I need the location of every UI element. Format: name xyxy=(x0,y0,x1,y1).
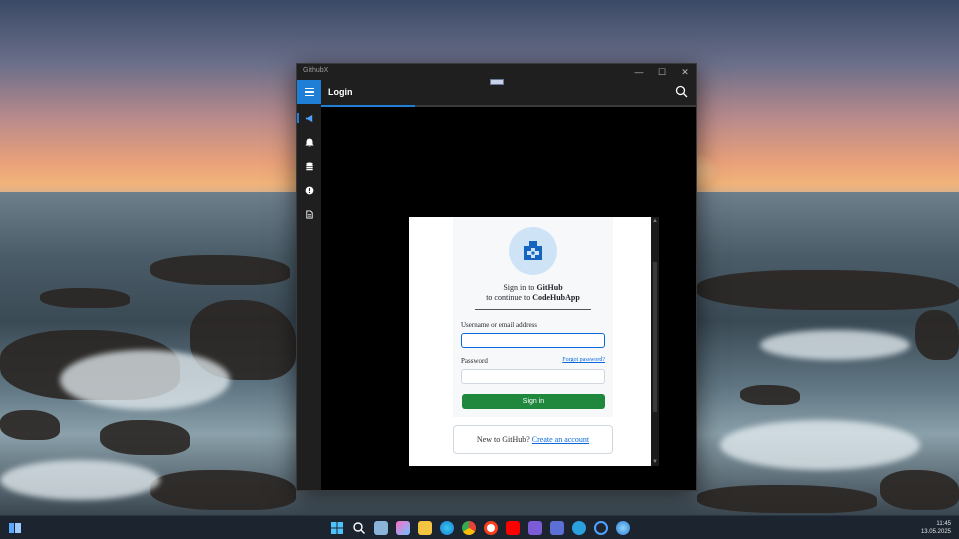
yandex-browser-icon[interactable] xyxy=(484,521,498,535)
rock xyxy=(697,485,877,513)
copilot-icon[interactable] xyxy=(396,521,410,535)
rock xyxy=(100,420,190,455)
drag-handle[interactable] xyxy=(490,79,504,85)
search-taskbar-icon[interactable] xyxy=(352,521,366,535)
visual-studio-icon[interactable] xyxy=(528,521,542,535)
widgets-icon[interactable] xyxy=(8,521,22,535)
create-account-card: New to GitHub? Create an account xyxy=(453,425,613,454)
rock xyxy=(0,410,60,440)
wave-foam xyxy=(60,350,230,410)
document-icon xyxy=(305,209,313,219)
window-title: GithubX xyxy=(303,67,329,74)
file-explorer-icon[interactable] xyxy=(418,521,432,535)
forgot-password-link[interactable]: Forgot password? xyxy=(562,357,605,363)
title-bar[interactable]: GithubX — ☐ ✕ xyxy=(297,64,696,80)
github-app-icon[interactable] xyxy=(594,521,608,535)
new-to-github-text: New to GitHub? xyxy=(476,435,532,444)
maximize-button[interactable]: ☐ xyxy=(655,65,669,79)
rock xyxy=(150,255,290,285)
youtube-icon[interactable] xyxy=(506,521,520,535)
sidebar xyxy=(297,104,321,490)
create-account-link[interactable]: Create an account xyxy=(532,435,589,444)
scrollbar-thumb[interactable] xyxy=(653,262,657,412)
username-label: Username or email address xyxy=(461,321,537,329)
sign-in-button[interactable]: Sign in xyxy=(462,394,605,409)
password-input[interactable] xyxy=(461,369,605,384)
taskbar: 11:45 13.05.2025 xyxy=(0,515,959,539)
sidebar-item-notifications[interactable] xyxy=(297,132,321,152)
task-view-icon[interactable] xyxy=(374,521,388,535)
app-logo xyxy=(509,227,557,275)
wave-foam xyxy=(720,420,920,470)
content-area: Sign in to GitHub to continue to CodeHub… xyxy=(321,107,696,490)
username-input[interactable] xyxy=(461,333,605,348)
rock xyxy=(740,385,800,405)
codehub-logo-icon xyxy=(524,241,542,260)
sidebar-item-issues[interactable] xyxy=(297,180,321,200)
minimize-button[interactable]: — xyxy=(632,65,646,79)
sidebar-item-repositories[interactable] xyxy=(297,156,321,176)
clock-date: 13.05.2025 xyxy=(920,529,951,535)
megaphone-icon xyxy=(305,114,312,122)
start-icon[interactable] xyxy=(330,521,344,535)
page-title: Login xyxy=(328,87,353,97)
chrome-icon[interactable] xyxy=(462,521,476,535)
database-icon xyxy=(305,162,313,170)
rock xyxy=(40,288,130,308)
rock xyxy=(880,470,959,510)
login-card: Sign in to GitHub to continue to CodeHub… xyxy=(453,217,613,417)
signin-subheading: to continue to CodeHubApp xyxy=(486,293,580,302)
scroll-down-icon[interactable]: ▼ xyxy=(651,458,659,466)
divider xyxy=(475,309,591,310)
scroll-up-icon[interactable]: ▲ xyxy=(651,217,659,225)
wave-foam xyxy=(0,460,160,500)
search-button[interactable] xyxy=(675,85,688,98)
edge-icon[interactable] xyxy=(440,521,454,535)
app-icon[interactable] xyxy=(550,521,564,535)
bell-icon xyxy=(304,138,314,146)
wave-foam xyxy=(760,330,910,360)
password-label: Password xyxy=(461,357,488,365)
network-app-icon[interactable] xyxy=(616,521,630,535)
rock xyxy=(915,310,959,360)
system-clock[interactable]: 11:45 13.05.2025 xyxy=(921,520,951,536)
sidebar-item-gists[interactable] xyxy=(297,204,321,224)
menu-button[interactable] xyxy=(297,80,321,104)
search-icon xyxy=(675,85,686,96)
rock xyxy=(150,470,296,510)
close-button[interactable]: ✕ xyxy=(678,65,692,79)
rock xyxy=(697,270,959,310)
app-window: GithubX — ☐ ✕ Login Sign in to GitHub to… xyxy=(296,63,697,491)
login-webview: Sign in to GitHub to continue to CodeHub… xyxy=(409,217,651,466)
clock-time: 11:45 xyxy=(936,521,951,527)
sidebar-item-news[interactable] xyxy=(297,108,321,128)
telegram-icon[interactable] xyxy=(572,521,586,535)
hamburger-icon xyxy=(304,87,314,90)
signin-heading: Sign in to GitHub xyxy=(503,283,563,292)
alert-icon xyxy=(305,186,313,194)
